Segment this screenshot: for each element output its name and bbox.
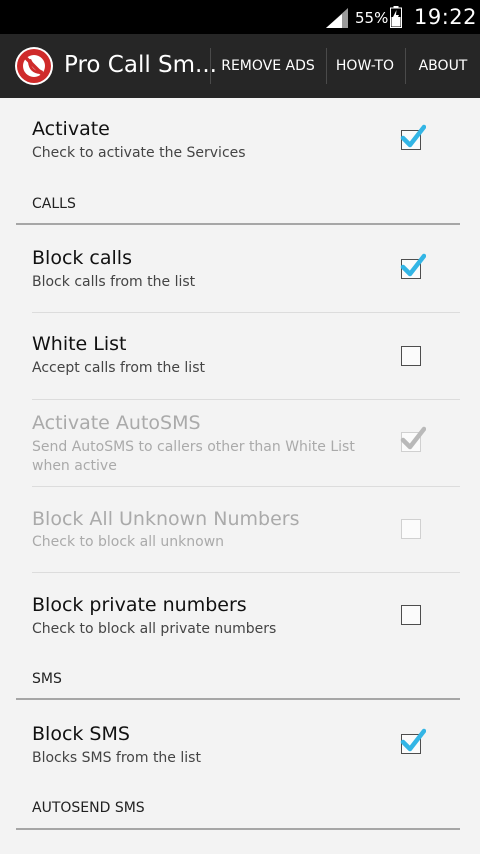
pref-title: Block All Unknown Numbers [32, 508, 300, 530]
pref-title: Block calls [32, 247, 132, 269]
battery-icon [390, 6, 402, 28]
action-separator [405, 48, 406, 84]
block-sms-checkbox[interactable] [400, 728, 426, 754]
block-calls-checkbox[interactable] [400, 253, 426, 279]
category-calls: CALLS [32, 196, 76, 212]
checkmark-icon [400, 728, 426, 752]
pref-block-calls[interactable]: Block calls Block calls from the list [0, 226, 480, 312]
block-private-checkbox[interactable] [401, 605, 421, 625]
pref-activate-autosms: Activate AutoSMS Send AutoSMS to callers… [0, 400, 480, 486]
pref-activate[interactable]: Activate Check to activate the Services [0, 98, 480, 184]
pref-block-sms[interactable]: Block SMS Blocks SMS from the list [0, 701, 480, 787]
block-unknown-checkbox [401, 519, 421, 539]
battery-percentage: 55% [355, 9, 389, 27]
pref-summary: Send AutoSMS to callers other than White… [32, 439, 355, 474]
preferences-list: Activate Check to activate the Services … [0, 98, 480, 854]
clock: 19:22 [414, 5, 478, 29]
category-divider [16, 828, 460, 830]
pref-title: Activate AutoSMS [32, 412, 201, 434]
white-list-checkbox[interactable] [401, 346, 421, 366]
pref-summary: Check to activate the Services [32, 145, 246, 161]
about-button[interactable]: ABOUT [412, 34, 474, 98]
pref-summary: Blocks SMS from the list [32, 750, 201, 766]
activate-checkbox[interactable] [400, 124, 426, 150]
action-separator [210, 48, 211, 84]
app-title: Pro Call Sm... [64, 52, 217, 78]
category-sms: SMS [32, 671, 62, 687]
category-autosend-sms: AUTOSEND SMS [32, 800, 145, 816]
pref-block-private[interactable]: Block private numbers Check to block all… [0, 573, 480, 659]
pref-title: Block private numbers [32, 594, 247, 616]
activate-autosms-checkbox [400, 426, 426, 452]
action-bar: Pro Call Sm... REMOVE ADS HOW-TO ABOUT [0, 34, 480, 98]
pref-summary: Check to block all unknown [32, 534, 225, 550]
signal-icon [326, 8, 348, 28]
pref-white-list[interactable]: White List Accept calls from the list [0, 313, 480, 399]
pref-summary: Check to block all private numbers [32, 621, 277, 637]
category-divider [16, 223, 460, 225]
checkmark-icon [400, 253, 426, 277]
status-bar: 55% 19:22 [0, 0, 480, 34]
pref-summary: Accept calls from the list [32, 360, 205, 376]
how-to-button[interactable]: HOW-TO [330, 34, 400, 98]
pref-block-unknown: Block All Unknown Numbers Check to block… [0, 487, 480, 573]
pref-summary: Block calls from the list [32, 274, 196, 290]
action-separator [326, 48, 327, 84]
category-divider [16, 698, 460, 700]
remove-ads-button[interactable]: REMOVE ADS [216, 34, 320, 98]
app-logo-icon[interactable] [14, 46, 54, 86]
pref-title: Block SMS [32, 723, 130, 745]
checkmark-icon [400, 124, 426, 148]
pref-title: White List [32, 333, 127, 355]
checkmark-icon [400, 426, 426, 450]
pref-title: Activate [32, 118, 110, 140]
